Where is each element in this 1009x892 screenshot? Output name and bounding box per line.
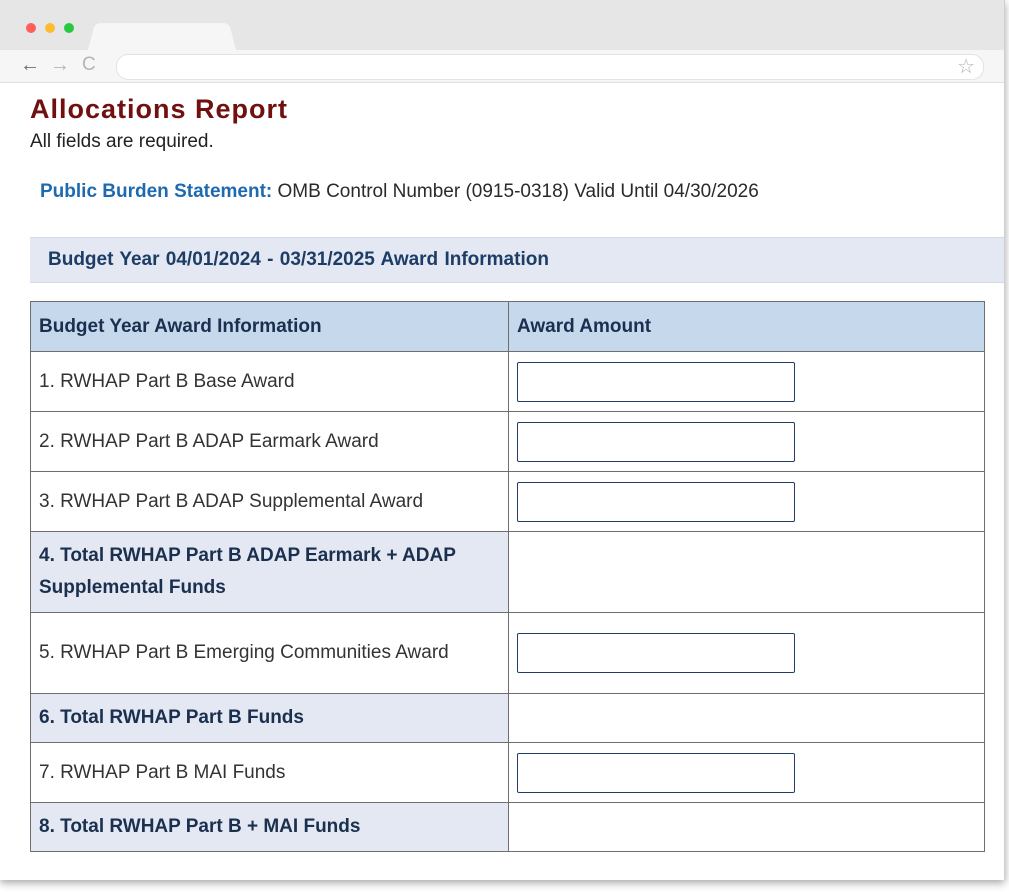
table-header-row: Budget Year Award Information Award Amou…	[30, 301, 985, 352]
browser-window: ← → C ☆ Allocations Report All fields ar…	[0, 0, 1005, 880]
amount-cell	[508, 351, 985, 412]
base-award-input[interactable]	[517, 361, 795, 402]
arrow-right-icon[interactable]: →	[50, 54, 70, 76]
adap-earmark-award-input[interactable]	[517, 421, 795, 462]
amount-cell	[508, 471, 985, 532]
address-bar[interactable]: ☆	[116, 54, 984, 80]
total-amount-cell	[508, 693, 985, 743]
column-header-award-information: Budget Year Award Information	[30, 301, 509, 352]
amount-cell	[508, 612, 985, 694]
table-row: 3. RWHAP Part B ADAP Supplemental Award	[30, 471, 985, 532]
section-header: Budget Year 04/01/2024 - 03/31/2025 Awar…	[30, 237, 1004, 283]
browser-tab[interactable]	[88, 23, 236, 50]
table-row-total: 8. Total RWHAP Part B + MAI Funds	[30, 802, 985, 852]
table-row: 1. RWHAP Part B Base Award	[30, 351, 985, 412]
reload-icon[interactable]: C	[82, 54, 96, 76]
row-label: 1. RWHAP Part B Base Award	[30, 351, 509, 412]
row-label: 3. RWHAP Part B ADAP Supplemental Award	[30, 471, 509, 532]
arrow-left-icon[interactable]: ←	[20, 54, 40, 76]
row-label: 8. Total RWHAP Part B + MAI Funds	[30, 802, 509, 852]
table-row-total: 4. Total RWHAP Part B ADAP Earmark + ADA…	[30, 531, 985, 613]
page-title: Allocations Report	[30, 94, 289, 124]
table-row: 2. RWHAP Part B ADAP Earmark Award	[30, 411, 985, 472]
row-label: 4. Total RWHAP Part B ADAP Earmark + ADA…	[30, 531, 509, 613]
page-content: Allocations Report All fields are requir…	[0, 83, 1004, 880]
row-label: 2. RWHAP Part B ADAP Earmark Award	[30, 411, 509, 472]
adap-supplemental-award-input[interactable]	[517, 481, 795, 522]
amount-cell	[508, 742, 985, 803]
row-label: 7. RWHAP Part B MAI Funds	[30, 742, 509, 803]
section-title: Budget Year 04/01/2024 - 03/31/2025 Awar…	[48, 249, 549, 270]
column-header-award-amount: Award Amount	[508, 301, 985, 352]
table-row: 7. RWHAP Part B MAI Funds	[30, 742, 985, 803]
row-label: 5. RWHAP Part B Emerging Communities Awa…	[30, 612, 509, 694]
amount-cell	[508, 411, 985, 472]
close-window-button[interactable]	[26, 23, 36, 33]
total-amount-cell	[508, 531, 985, 613]
public-burden-text: OMB Control Number (0915-0318) Valid Unt…	[272, 181, 759, 202]
award-table: Budget Year Award Information Award Amou…	[30, 301, 985, 852]
public-burden-label[interactable]: Public Burden Statement:	[40, 181, 272, 202]
maximize-window-button[interactable]	[64, 23, 74, 33]
public-burden-statement: Public Burden Statement: OMB Control Num…	[40, 181, 759, 203]
emerging-communities-award-input[interactable]	[517, 633, 795, 673]
row-label: 6. Total RWHAP Part B Funds	[30, 693, 509, 743]
star-icon[interactable]: ☆	[957, 55, 975, 79]
table-row-total: 6. Total RWHAP Part B Funds	[30, 693, 985, 743]
table-row: 5. RWHAP Part B Emerging Communities Awa…	[30, 612, 985, 694]
total-amount-cell	[508, 802, 985, 852]
title-bar	[0, 0, 1004, 50]
required-fields-note: All fields are required.	[30, 131, 214, 152]
minimize-window-button[interactable]	[45, 23, 55, 33]
browser-toolbar: ← → C ☆	[0, 50, 1004, 83]
mai-funds-input[interactable]	[517, 752, 795, 793]
